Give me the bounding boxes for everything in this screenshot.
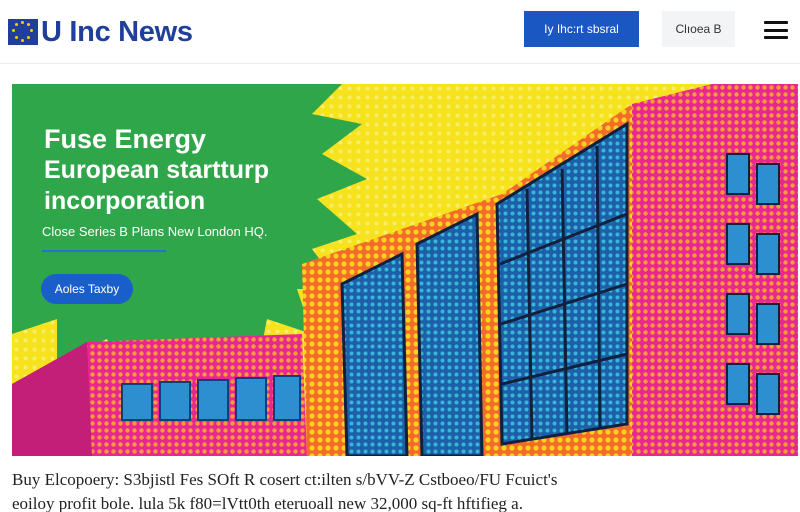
logo-text: U Inc News xyxy=(41,15,193,48)
site-logo[interactable]: U Inc News xyxy=(8,14,193,50)
eu-flag-icon xyxy=(8,19,38,45)
site-header: U Inc News Iy Ihc:rt sbsral Clıoeа B xyxy=(0,0,800,64)
secondary-header-button[interactable]: Clıoeа B xyxy=(662,11,735,47)
primary-header-button[interactable]: Iy Ihc:rt sbsral xyxy=(524,11,639,47)
summary-line-1: Buy Elcopoery: S3bjistl Fes SOft R coser… xyxy=(12,470,558,489)
article-summary: Buy Elcopoery: S3bjistl Fes SOft R coser… xyxy=(12,468,792,512)
hero-headline-line3: incorporation xyxy=(44,187,206,215)
hero-banner[interactable]: Fuse Energy European startturp incorpora… xyxy=(12,84,798,456)
hero-divider xyxy=(42,250,166,252)
hamburger-menu-icon[interactable] xyxy=(764,20,788,40)
hero-cta-button[interactable]: Aoles Taxby xyxy=(41,274,133,304)
summary-line-2: eoiloy profit bole. lula 5k f80=lVtt0th … xyxy=(12,494,523,512)
hero-subtitle: Close Series B Plans New London HQ. xyxy=(42,224,268,239)
hero-headline-line1: Fuse Energy xyxy=(44,124,207,154)
hero-headline-line2: European startturp xyxy=(44,156,270,184)
hero-headline: Fuse Energy European startturp incorpora… xyxy=(44,124,344,217)
